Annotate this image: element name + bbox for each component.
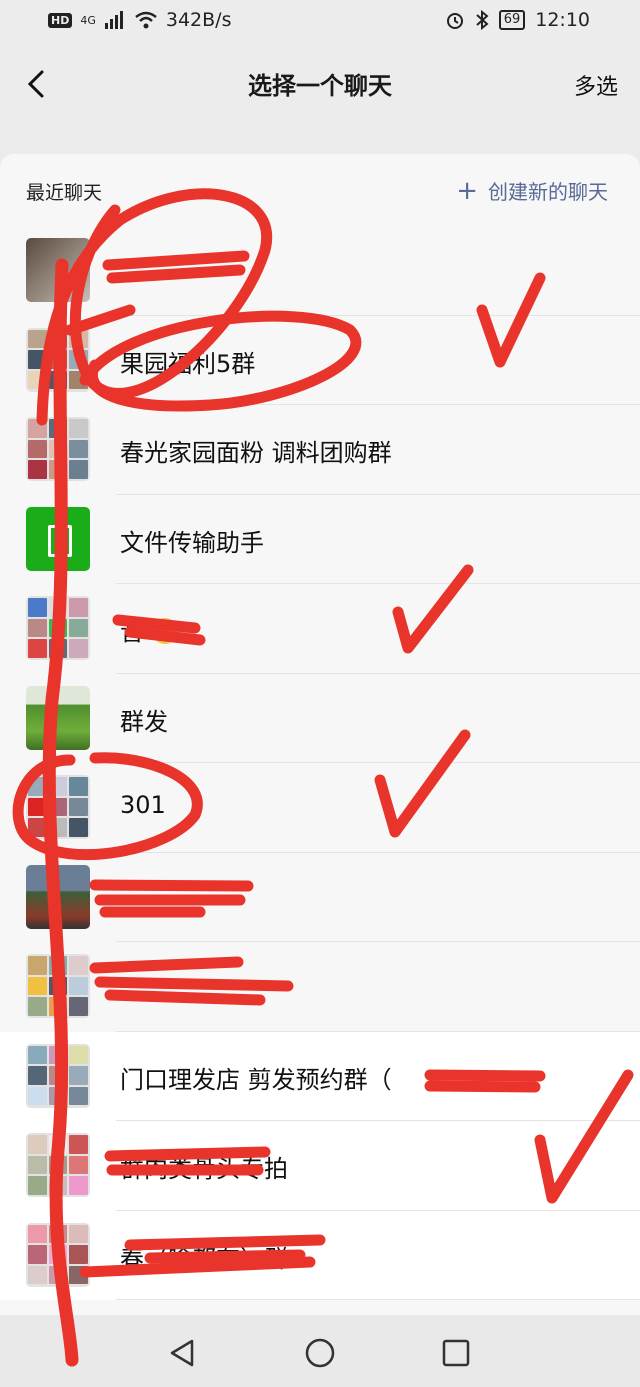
- wifi-icon: [135, 11, 157, 29]
- battery-indicator: 69: [498, 10, 526, 30]
- system-nav-bar: [0, 1315, 640, 1387]
- chat-picker-panel: 最近聊天 + 创建新的聊天 果园福利5群 春光家园面粉 调料团购群 文件传输助手…: [0, 154, 640, 1315]
- signal-icon: [104, 11, 123, 29]
- chat-row[interactable]: 群肉类骨头专拍: [0, 1121, 640, 1211]
- nav-back-icon[interactable]: [166, 1337, 198, 1369]
- clock: 12:10: [535, 9, 590, 31]
- avatar: [26, 685, 90, 750]
- avatar: [26, 238, 90, 302]
- nav-recents-icon[interactable]: [440, 1337, 472, 1369]
- hd-badge: HD: [48, 12, 73, 28]
- chat-row[interactable]: [0, 226, 640, 316]
- create-chat-button[interactable]: + 创建新的聊天: [456, 176, 608, 205]
- chat-name: 群发: [120, 707, 168, 736]
- chat-row[interactable]: 春光家园面粉 调料团购群: [0, 405, 640, 495]
- chat-row[interactable]: 文件传输助手: [0, 495, 640, 584]
- avatar: [26, 775, 90, 839]
- nav-bar: 选择一个聊天 多选: [0, 44, 640, 124]
- avatar: [26, 954, 90, 1018]
- avatar: [26, 327, 90, 392]
- chat-row[interactable]: 音: [0, 584, 640, 674]
- avatar: [26, 596, 90, 660]
- status-bar: HD 4G 342B/s 69 12:10: [0, 0, 640, 44]
- create-chat-label: 创建新的聊天: [488, 180, 608, 204]
- chat-row[interactable]: 301: [0, 763, 640, 853]
- smile-emoji-icon: [151, 618, 178, 644]
- page-title: 选择一个聊天: [248, 72, 392, 100]
- avatar: [26, 1222, 90, 1287]
- chat-name: 春（啥都有）群: [120, 1244, 288, 1273]
- avatar: [26, 864, 90, 929]
- section-header: 最近聊天 + 创建新的聊天: [0, 154, 640, 226]
- chat-row[interactable]: 群发: [0, 674, 640, 763]
- chat-row[interactable]: 果园福利5群: [0, 316, 640, 405]
- plus-icon: +: [456, 175, 478, 206]
- chat-row[interactable]: 春（啥都有）群: [0, 1210, 640, 1300]
- file-transfer-avatar: [26, 506, 90, 571]
- chat-name: 群肉类骨头专拍: [120, 1155, 288, 1183]
- avatar: [26, 417, 90, 481]
- multi-select-button[interactable]: 多选: [574, 69, 618, 101]
- chat-name: 301: [120, 791, 166, 819]
- recent-chats-label: 最近聊天: [26, 182, 103, 204]
- net-speed: 342B/s: [165, 9, 232, 31]
- chat-name: 春光家园面粉 调料团购群: [120, 439, 392, 467]
- avatar: [26, 1043, 90, 1108]
- chat-row[interactable]: 门口理发店 剪发预约群（: [0, 1031, 640, 1121]
- bluetooth-icon: [476, 10, 489, 30]
- chat-list: 果园福利5群 春光家园面粉 调料团购群 文件传输助手 音 群发 301 门口理发…: [0, 226, 640, 1300]
- avatar: [26, 1133, 90, 1197]
- chat-row[interactable]: [0, 853, 640, 942]
- alarm-icon: [446, 13, 463, 29]
- chat-name: 音: [120, 612, 178, 647]
- chat-name: 门口理发店 剪发预约群（: [120, 1065, 392, 1094]
- nav-home-icon[interactable]: [304, 1337, 336, 1369]
- network-type: 4G: [80, 13, 96, 27]
- chat-row[interactable]: [0, 942, 640, 1032]
- chat-name: 果园福利5群: [120, 349, 256, 378]
- chat-name: 文件传输助手: [120, 528, 264, 557]
